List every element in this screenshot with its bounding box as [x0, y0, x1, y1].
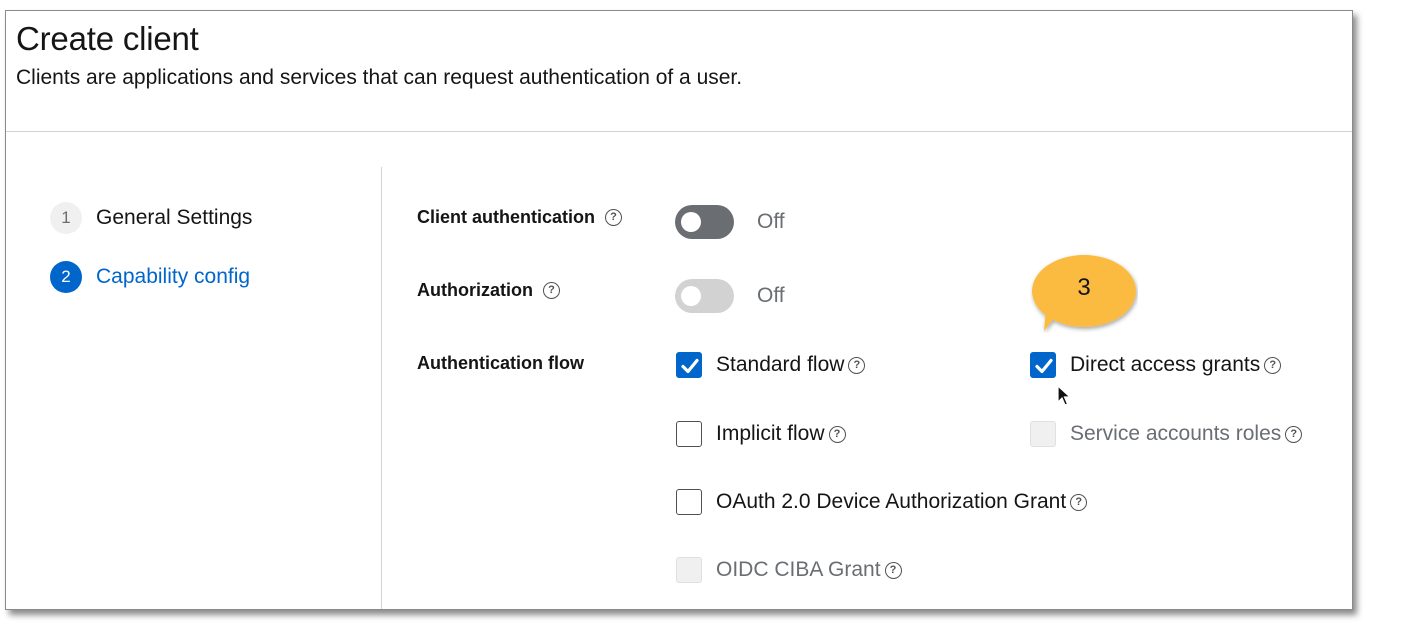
callout-marker: 3 — [1030, 253, 1138, 333]
help-icon[interactable]: ? — [884, 561, 902, 579]
oidc-ciba-grant-checkbox[interactable] — [676, 557, 702, 583]
wizard-step-general-settings[interactable]: 1 General Settings — [50, 201, 252, 235]
help-icon[interactable]: ? — [848, 356, 866, 374]
step-label: General Settings — [96, 206, 253, 229]
toggle-knob — [681, 286, 701, 306]
authorization-state: Off — [757, 284, 785, 307]
page-title: Create client — [16, 20, 199, 57]
oidc-ciba-grant-option[interactable]: OIDC CIBA Grant ? — [676, 557, 902, 583]
implicit-flow-option[interactable]: Implicit flow ? — [676, 421, 846, 447]
authentication-flow-label: Authentication flow — [417, 353, 584, 374]
service-accounts-roles-option[interactable]: Service accounts roles ? — [1030, 421, 1303, 447]
oauth-device-authorization-grant-label: OAuth 2.0 Device Authorization Grant — [716, 490, 1067, 513]
client-authentication-label-text: Client authentication — [417, 207, 596, 227]
oidc-ciba-grant-label: OIDC CIBA Grant — [716, 558, 881, 581]
direct-access-grants-label: Direct access grants — [1070, 353, 1261, 376]
oauth-device-authorization-grant-checkbox[interactable] — [676, 489, 702, 515]
create-client-panel: Create client Clients are applications a… — [5, 10, 1353, 610]
client-authentication-state: Off — [757, 210, 785, 233]
step-label: Capability config — [96, 265, 251, 288]
implicit-flow-label: Implicit flow — [716, 422, 825, 445]
step-number: 2 — [50, 261, 82, 293]
standard-flow-option[interactable]: Standard flow ? — [676, 352, 866, 378]
oauth-device-authorization-grant-option[interactable]: OAuth 2.0 Device Authorization Grant ? — [676, 489, 1088, 515]
help-icon[interactable]: ? — [1264, 356, 1282, 374]
service-accounts-roles-checkbox[interactable] — [1030, 421, 1056, 447]
client-authentication-label: Client authentication ? — [417, 207, 623, 228]
authorization-label: Authorization ? — [417, 280, 560, 301]
authorization-toggle[interactable] — [675, 279, 734, 313]
mouse-cursor-icon — [1057, 385, 1071, 406]
help-icon[interactable]: ? — [1070, 493, 1088, 511]
step-number: 1 — [50, 202, 82, 234]
wizard-nav: 1 General Settings 2 Capability config — [6, 167, 382, 609]
standard-flow-checkbox[interactable] — [676, 352, 702, 378]
authorization-label-text: Authorization — [417, 280, 533, 300]
page-description: Clients are applications and services th… — [16, 66, 743, 89]
check-icon — [681, 358, 699, 374]
help-icon[interactable]: ? — [542, 282, 560, 299]
authentication-flow-label-text: Authentication flow — [417, 353, 584, 373]
toggle-knob — [681, 212, 701, 232]
help-icon[interactable]: ? — [1285, 425, 1303, 443]
page-header: Create client Clients are applications a… — [6, 11, 1352, 132]
direct-access-grants-checkbox[interactable] — [1030, 352, 1056, 378]
callout-number: 3 — [1077, 274, 1091, 301]
implicit-flow-checkbox[interactable] — [676, 421, 702, 447]
client-authentication-toggle[interactable] — [675, 205, 734, 239]
direct-access-grants-option[interactable]: Direct access grants ? — [1030, 352, 1282, 378]
help-icon[interactable]: ? — [605, 209, 623, 226]
service-accounts-roles-label: Service accounts roles — [1070, 422, 1282, 445]
help-icon[interactable]: ? — [828, 425, 846, 443]
check-icon — [1035, 358, 1053, 374]
standard-flow-label: Standard flow — [716, 353, 845, 376]
wizard-step-capability-config[interactable]: 2 Capability config — [50, 260, 250, 294]
